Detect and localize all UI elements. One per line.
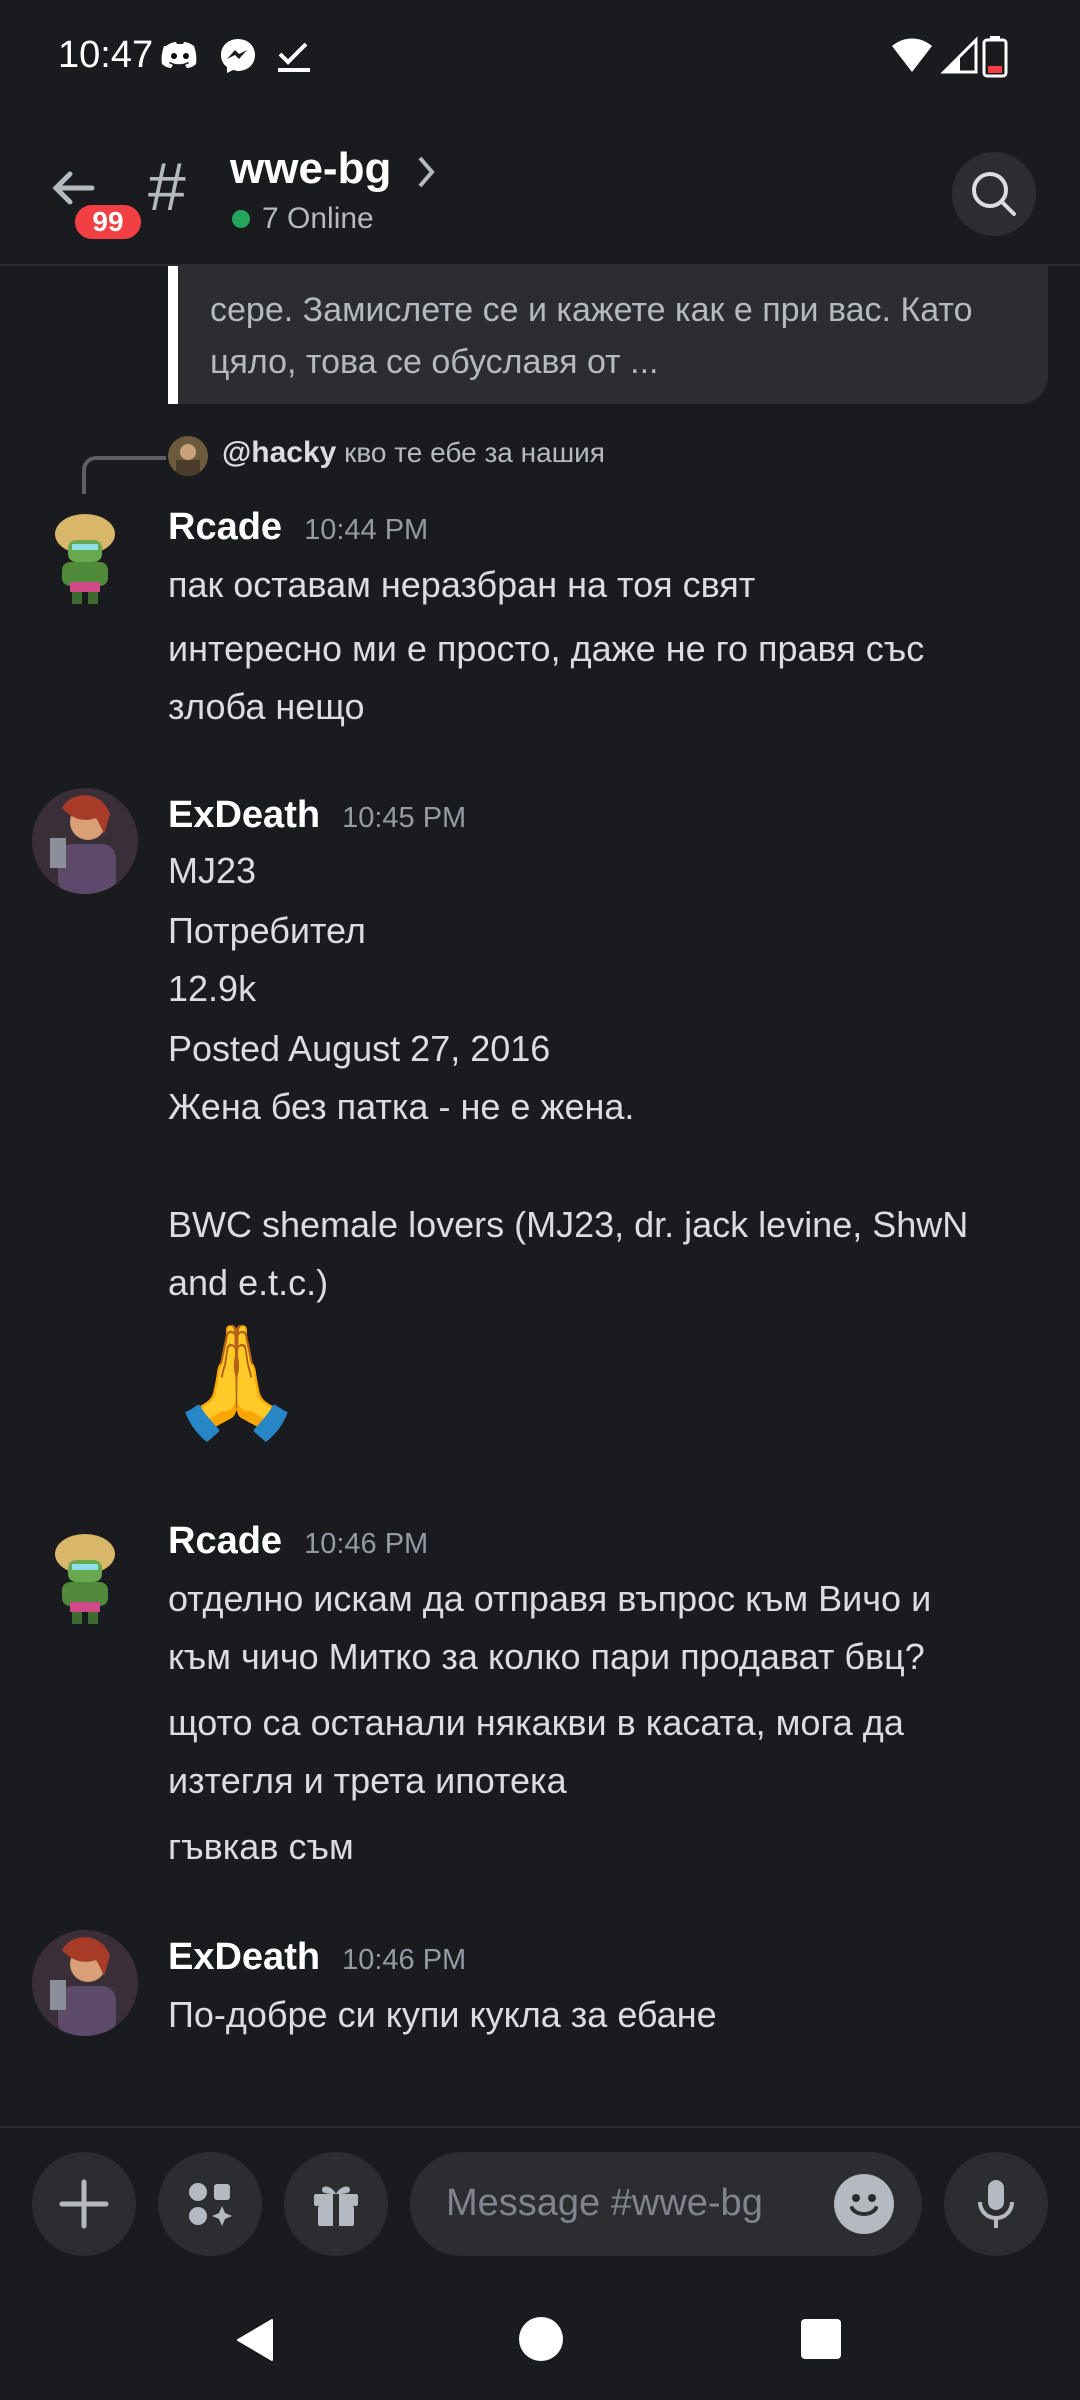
emoji-button[interactable] [834,2174,894,2234]
message-author[interactable]: Rcade 10:46 PM [168,1520,428,1563]
message-line: към чичо Митко за колко пари продават бв… [168,1636,925,1677]
avatar[interactable] [32,788,138,894]
system-nav-bar [0,2274,1080,2400]
wifi-icon [892,38,932,72]
username[interactable]: ExDeath [168,794,320,836]
avatar[interactable] [32,504,138,610]
message-author[interactable]: ExDeath 10:46 PM [168,1936,466,1979]
embed-line: сере. Замислете се и кажете как е при ва… [210,291,973,329]
nav-home-icon[interactable] [518,2316,564,2362]
online-indicator [232,210,250,228]
username[interactable]: ExDeath [168,1936,320,1978]
message-line: гъвкав съм [168,1826,354,1867]
smiley-icon [850,2194,878,2216]
message-line: MJ23 [168,850,257,891]
praying-hands-emoji: 🙏 [168,1320,305,1443]
search-icon [972,172,1016,216]
timestamp: 10:45 PM [342,802,467,834]
avatar[interactable] [32,1524,138,1630]
message-input[interactable]: Message #wwe-bg [410,2152,922,2256]
message-line: and e.t.c.) [168,1262,329,1303]
search-button[interactable] [952,152,1036,236]
hash-icon: # [148,149,186,225]
microphone-icon [978,2180,1014,2228]
message-line: изтегля и трета ипотека [168,1760,567,1801]
reply-preview[interactable]: @hacky кво те ебе за нашия [222,436,605,470]
message-line: интересно ми е просто, даже не го правя … [168,628,925,669]
gift-button[interactable] [284,2152,388,2256]
channel-header: 99 # wwe-bg 7 Online [0,118,1080,266]
status-time: 10:47 [58,34,154,76]
reply-username[interactable]: @hacky [222,436,336,469]
nav-back-icon[interactable] [232,2316,280,2364]
messenger-icon [221,39,255,73]
message-line: злоба нещо [168,686,365,727]
timestamp: 10:46 PM [342,1944,467,1976]
avatar[interactable] [32,1930,138,2036]
message-line: BWC shemale lovers (MJ23, dr. jack levin… [168,1204,969,1245]
message-line: пак оставам неразбран на тоя свят [168,564,756,605]
channel-title[interactable]: wwe-bg [230,144,391,194]
timestamp: 10:44 PM [304,514,429,546]
add-attachment-button[interactable] [32,2152,136,2256]
username[interactable]: Rcade [168,1520,282,1562]
message-author[interactable]: ExDeath 10:45 PM [168,794,466,837]
check-icon [278,42,310,72]
apps-button[interactable] [158,2152,262,2256]
online-count: 7 Online [262,202,374,235]
message-line: отделно искам да отправя въпрос към Вичо… [168,1578,932,1619]
embed-line: цяло, това се обуславя от ... [210,343,659,381]
message-author[interactable]: Rcade 10:44 PM [168,506,428,549]
reply-connector [82,456,166,494]
message-line: Потребител [168,910,366,951]
status-bar: 10:47 [0,0,1080,118]
signal-icon [940,36,978,74]
username[interactable]: Rcade [168,506,282,548]
timestamp: 10:46 PM [304,1528,429,1560]
apps-icon [189,2183,232,2226]
message-line: щото са останали някакви в касата, мога … [168,1702,904,1743]
message-placeholder: Message #wwe-bg [446,2182,763,2224]
plus-icon [59,2179,109,2229]
message-composer: Message #wwe-bg [0,2126,1080,2276]
message-list[interactable]: сере. Замислете се и кажете как е при ва… [0,264,1080,2124]
message-line: Жена без патка - не е жена. [168,1086,635,1127]
nav-recents-icon[interactable] [800,2318,842,2360]
voice-message-button[interactable] [944,2152,1048,2256]
gift-icon [314,2186,358,2226]
message-line: Posted August 27, 2016 [168,1028,551,1069]
message-line: По-добре си купи кукла за ебане [168,1994,717,2035]
chevron-right-icon[interactable] [416,152,438,192]
discord-icon [161,42,197,68]
embed-preview[interactable]: сере. Замислете се и кажете как е при ва… [168,264,1048,404]
message-line: 12.9k [168,968,257,1009]
reply-avatar [168,436,208,476]
unread-badge: 99 [70,200,146,244]
battery-icon [982,36,1008,78]
reply-text: кво те ебе за нашия [344,437,605,468]
